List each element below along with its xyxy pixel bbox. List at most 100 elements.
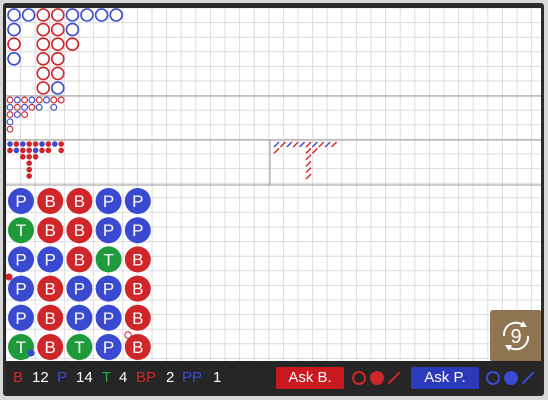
bead-road-letter: B: [45, 221, 56, 240]
small-road-mark: [26, 141, 32, 147]
bead-road-letter: P: [15, 192, 26, 211]
big-road-mark: [50, 22, 65, 37]
big-road-mark: [65, 8, 80, 22]
ask-player-button[interactable]: Ask P.: [411, 367, 479, 389]
bead-road-letter: P: [132, 221, 143, 240]
banker-predict-dot-icon: [370, 371, 384, 385]
cockroach-road-mark: [305, 147, 312, 154]
big-eye-road-mark: [50, 103, 58, 111]
bead-road-letter: B: [45, 192, 56, 211]
small-road-mark: [39, 141, 45, 147]
big-road-mark: [50, 37, 65, 52]
banker-count: 12: [32, 369, 49, 386]
cockroach-road-mark: [273, 147, 280, 154]
small-road-mark: [32, 141, 39, 147]
player-pair-count: 1: [213, 369, 222, 386]
big-road-mark: [7, 37, 21, 52]
big-eye-road-mark: [6, 103, 14, 111]
big-road-mark: [50, 8, 65, 22]
bead-road-letter: B: [45, 338, 56, 357]
bead-road-letter: P: [132, 192, 143, 211]
small-road-mark: [45, 147, 52, 154]
cockroach-road-mark: [286, 141, 293, 148]
small-road-mark: [26, 166, 32, 173]
big-road-mark: [36, 66, 51, 81]
bead-road-letter: P: [103, 280, 114, 299]
big-road-mark: [7, 22, 21, 37]
big-eye-road-mark: [13, 111, 21, 119]
player-predict-ring-icon: [486, 371, 500, 385]
small-road-mark: [26, 160, 32, 166]
big-road-mark: [36, 22, 51, 37]
big-eye-road-mark: [6, 96, 14, 104]
banker-pair-label: BP: [136, 369, 157, 386]
small-road-mark: [32, 154, 39, 160]
cockroach-road-mark: [311, 141, 318, 148]
bead-road-letter: T: [74, 338, 84, 357]
cockroach-road-mark: [305, 141, 312, 148]
small-road-mark: [58, 141, 64, 147]
big-road-mark: [7, 8, 21, 22]
big-eye-road-mark: [21, 111, 29, 119]
bead-road-letter: P: [103, 221, 114, 240]
small-road-mark: [20, 147, 26, 154]
small-road-mark: [13, 141, 20, 147]
road-switch-button[interactable]: 9: [490, 310, 541, 361]
banker-predict-slash-icon: [387, 371, 401, 385]
small-road-mark: [52, 141, 58, 147]
ask-banker-button[interactable]: Ask B.: [276, 367, 344, 389]
roadmap-board: PTPPPTBBPBBBBBBPPTPPTPPPPPBBBB 9: [6, 8, 541, 361]
small-road-mark: [20, 154, 26, 160]
small-road-mark: [26, 173, 32, 179]
rotate-icon: 9: [502, 321, 530, 351]
small-road-mark: [32, 147, 39, 154]
tie-count-label: T: [102, 369, 112, 386]
bead-road-letter: B: [132, 250, 143, 269]
banker-count-label: B: [13, 369, 24, 386]
player-predict-dot-icon: [504, 371, 518, 385]
cockroach-road-mark: [273, 141, 280, 148]
big-road-mark: [50, 66, 65, 81]
big-eye-road-mark: [28, 103, 36, 111]
banker-pair-marker: [124, 331, 132, 339]
bead-road-letter: P: [45, 250, 56, 269]
big-eye-road-mark: [57, 96, 65, 104]
stats-footer: B 12 P 14 T 4 BP 2 PP 1 Ask B. Ask P.: [6, 361, 541, 394]
big-road-mark: [94, 8, 109, 22]
bead-road-letter: B: [132, 309, 143, 328]
bead-road-letter: P: [15, 280, 26, 299]
big-road-mark: [65, 37, 80, 52]
cockroach-road-mark: [331, 141, 338, 148]
big-eye-road-mark: [28, 96, 36, 104]
big-road-mark: [36, 37, 51, 52]
big-eye-road-mark: [35, 103, 43, 111]
big-road-mark: [7, 51, 21, 66]
small-road-mark: [7, 141, 13, 147]
big-road-mark: [50, 81, 65, 95]
player-count-label: P: [57, 369, 68, 386]
bead-road-letter: P: [74, 309, 85, 328]
cockroach-road-mark: [305, 173, 312, 180]
big-road-mark: [36, 8, 51, 22]
bead-road-letter: B: [74, 221, 85, 240]
cockroach-road-mark: [311, 147, 318, 154]
bead-road-letter: B: [74, 192, 85, 211]
tie-count: 4: [119, 369, 128, 386]
bead-road-letter: B: [132, 280, 143, 299]
big-eye-road-mark: [13, 103, 21, 111]
big-road-mark: [65, 22, 80, 37]
bead-road-letter: T: [16, 221, 26, 240]
cockroach-road-mark: [305, 160, 312, 167]
cockroach-road-mark: [299, 141, 306, 148]
roadmap-grid: PTPPPTBBPBBBBBBPPTPPTPPPPPBBBB: [6, 8, 541, 361]
bead-road-letter: B: [74, 250, 85, 269]
small-road-mark: [20, 141, 26, 147]
bead-road-letter: P: [15, 250, 26, 269]
small-road-mark: [13, 147, 20, 154]
big-eye-road-mark: [21, 103, 29, 111]
small-road-mark: [7, 147, 13, 154]
player-predict-slash-icon: [521, 371, 535, 385]
cockroach-road-mark: [292, 141, 299, 148]
big-road-mark: [50, 51, 65, 66]
big-eye-road-mark: [43, 96, 50, 104]
